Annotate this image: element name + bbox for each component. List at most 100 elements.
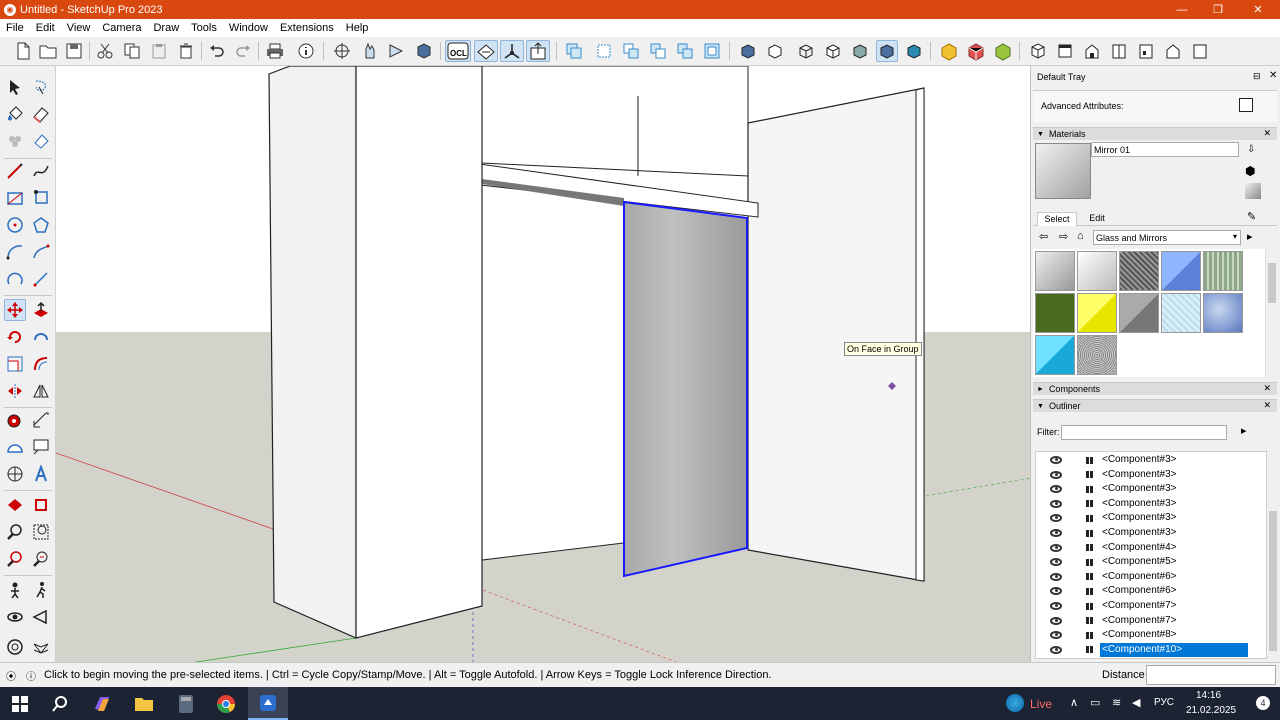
tray-close-icon[interactable]: ✕ — [1269, 70, 1277, 81]
visibility-eye-icon[interactable] — [1050, 558, 1062, 567]
zoom-window-icon[interactable] — [30, 521, 52, 543]
right-view-icon[interactable] — [1108, 40, 1130, 62]
section-fill-icon[interactable] — [30, 494, 52, 516]
outliner-row[interactable]: <Component#6> — [1040, 584, 1250, 598]
minimize-button[interactable]: — — [1164, 0, 1200, 19]
menu-file[interactable]: File — [0, 22, 30, 34]
monochrome-style-icon[interactable] — [903, 40, 925, 62]
material-swatch[interactable] — [1035, 251, 1075, 291]
material-swatch[interactable] — [1035, 335, 1075, 375]
measurements-input[interactable] — [1146, 665, 1276, 685]
two-point-arc-icon[interactable] — [30, 241, 52, 263]
extension-manager-icon[interactable] — [992, 40, 1014, 62]
xray-style-icon[interactable] — [737, 40, 759, 62]
offset-tool-icon[interactable] — [30, 353, 52, 375]
arc-tool-icon[interactable] — [4, 241, 26, 263]
component-option-5-icon[interactable] — [674, 40, 696, 62]
outliner-details-icon[interactable]: ▸ — [1241, 424, 1247, 437]
weather-status[interactable]: Live — [1030, 697, 1052, 711]
mirror-door[interactable] — [623, 200, 748, 578]
component-option-6-icon[interactable] — [701, 40, 723, 62]
push-pull-icon[interactable] — [30, 299, 52, 321]
select-tool-icon[interactable] — [4, 76, 26, 98]
outliner-scrollbar[interactable] — [1267, 451, 1279, 659]
eyedropper-icon[interactable]: ✎ — [1247, 210, 1256, 223]
visibility-eye-icon[interactable] — [1050, 543, 1062, 552]
outliner-row[interactable]: <Component#7> — [1040, 599, 1250, 613]
scale-tool-icon[interactable] — [4, 353, 26, 375]
close-button[interactable]: ✕ — [1240, 0, 1276, 19]
eraser-icon[interactable] — [30, 103, 52, 125]
print-icon[interactable] — [264, 40, 286, 62]
undo-icon[interactable] — [206, 40, 228, 62]
material-swatch[interactable] — [1203, 293, 1243, 333]
geolocation-icon[interactable]: ⦿ — [6, 668, 16, 683]
material-swatch[interactable] — [1161, 293, 1201, 333]
copy-icon[interactable] — [121, 40, 143, 62]
create-material-icon[interactable]: ⇩ — [1247, 144, 1255, 155]
components-header[interactable]: ► Components ✕ — [1033, 382, 1277, 395]
dimension-tool-icon[interactable] — [30, 409, 52, 431]
info-icon[interactable]: ⓘ — [26, 668, 36, 683]
volume-icon[interactable]: ◀ — [1132, 696, 1140, 709]
outliner-row[interactable]: <Component#3> — [1040, 526, 1250, 540]
calculator-icon[interactable] — [166, 687, 206, 720]
chrome-icon[interactable] — [206, 687, 246, 720]
new-file-icon[interactable] — [12, 40, 34, 62]
back-view-icon[interactable] — [1135, 40, 1157, 62]
previous-view-icon[interactable] — [30, 548, 52, 570]
outliner-header[interactable]: ▼ Outliner ✕ — [1033, 399, 1277, 412]
back-edges-style-icon[interactable] — [764, 40, 786, 62]
left-view-icon[interactable] — [1162, 40, 1184, 62]
clock-date[interactable]: 21.02.2025 — [1186, 705, 1236, 716]
flip-tool-icon[interactable] — [4, 380, 26, 402]
back-arrow-icon[interactable]: ⇦ — [1039, 230, 1048, 243]
visibility-eye-icon[interactable] — [1050, 499, 1062, 508]
clock-time[interactable]: 14:16 — [1196, 690, 1221, 701]
position-camera-icon[interactable] — [4, 579, 26, 601]
visibility-eye-icon[interactable] — [1050, 645, 1062, 654]
menu-edit[interactable]: Edit — [30, 22, 61, 34]
ocl-button[interactable]: OCL — [445, 40, 471, 62]
network-icon[interactable]: ▭ — [1090, 696, 1100, 709]
axes-icon[interactable] — [500, 40, 524, 62]
iso-view-icon[interactable] — [1027, 40, 1049, 62]
menu-camera[interactable]: Camera — [96, 22, 147, 34]
attributes-icon[interactable] — [1239, 98, 1253, 112]
extension-warehouse-icon[interactable] — [965, 40, 987, 62]
orbit-icon[interactable] — [331, 40, 353, 62]
restore-button[interactable]: ❐ — [1200, 0, 1236, 19]
menu-help[interactable]: Help — [340, 22, 375, 34]
outliner-row[interactable]: <Component#3> — [1040, 468, 1250, 482]
3d-text-icon[interactable] — [30, 463, 52, 485]
visibility-eye-icon[interactable] — [1050, 514, 1062, 523]
look-around-icon[interactable] — [4, 606, 26, 628]
visibility-eye-icon[interactable] — [1050, 631, 1062, 640]
visibility-eye-icon[interactable] — [1050, 587, 1062, 596]
material-swatch[interactable] — [1077, 293, 1117, 333]
notification-badge[interactable]: 4 — [1256, 696, 1270, 710]
visibility-eye-icon[interactable] — [1050, 572, 1062, 581]
windows-start-icon[interactable] — [0, 687, 40, 720]
paste-icon[interactable] — [148, 40, 170, 62]
lasso-tool-icon[interactable] — [30, 76, 52, 98]
follow-me-icon[interactable] — [30, 326, 52, 348]
redo-icon[interactable] — [232, 40, 254, 62]
outliner-row[interactable]: <Component#3> — [1040, 482, 1250, 496]
component-option-3-icon[interactable] — [620, 40, 642, 62]
visibility-eye-icon[interactable] — [1050, 485, 1062, 494]
front-view-icon[interactable] — [1081, 40, 1103, 62]
search-icon[interactable] — [40, 687, 80, 720]
outliner-row[interactable]: <Component#5> — [1040, 555, 1250, 569]
pan-icon[interactable] — [358, 40, 380, 62]
material-swatch[interactable] — [1119, 293, 1159, 333]
zoom-tool-icon[interactable] — [4, 521, 26, 543]
chevron-up-icon[interactable]: ∧ — [1070, 696, 1078, 709]
tab-edit[interactable]: Edit — [1081, 212, 1113, 226]
paint-bucket-icon[interactable] — [4, 103, 26, 125]
shaded-textures-style-icon[interactable] — [876, 40, 898, 62]
tape-eraser-icon[interactable] — [30, 130, 52, 152]
outliner-row[interactable]: <Component#7> — [1040, 614, 1250, 628]
pin-icon[interactable]: ⊟ — [1253, 71, 1261, 82]
tag-tool-icon[interactable] — [4, 130, 26, 152]
